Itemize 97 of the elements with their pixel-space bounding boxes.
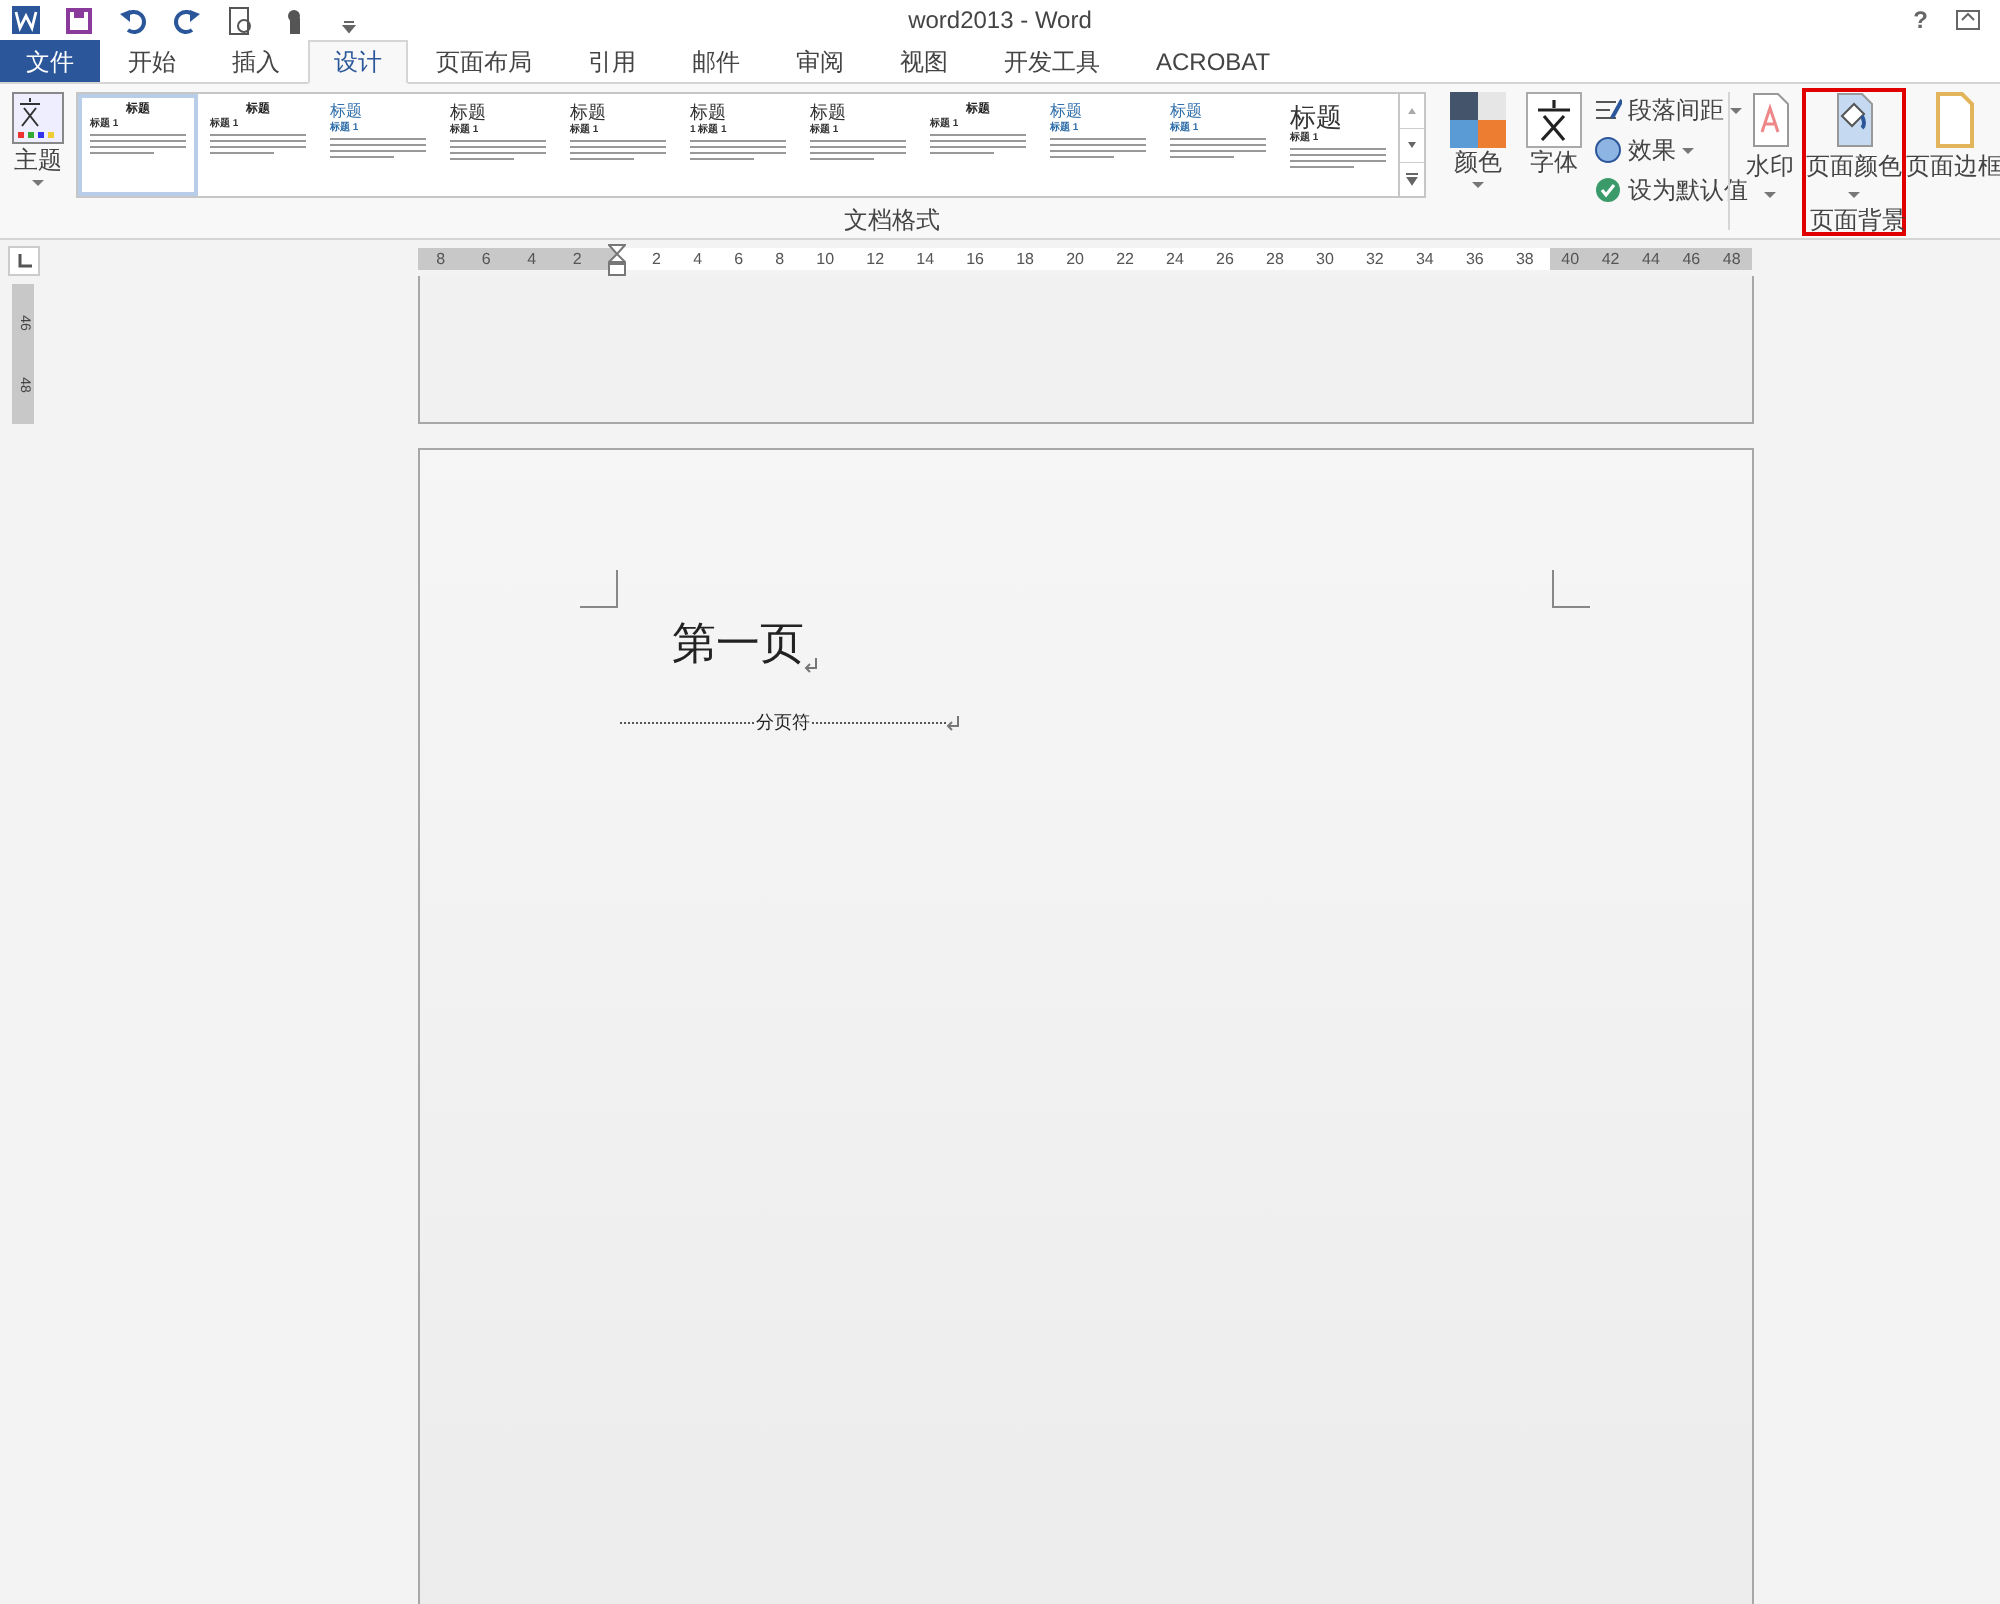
button-label: 颜色 bbox=[1454, 148, 1502, 176]
ruler-number: 44 bbox=[1642, 251, 1660, 267]
heading-text: 第一页 bbox=[672, 618, 804, 674]
text-lines-drawing bbox=[1050, 138, 1146, 158]
undo-icon[interactable] bbox=[118, 5, 148, 35]
corner-mark-icon bbox=[580, 570, 618, 608]
thumbnail-title: 标题 bbox=[570, 104, 608, 122]
ruler-number: 30 bbox=[1316, 251, 1334, 267]
text-lines-drawing bbox=[810, 140, 906, 160]
ruler-number: 28 bbox=[1266, 251, 1284, 267]
text-lines-drawing bbox=[1170, 138, 1266, 158]
text-lines-drawing bbox=[90, 134, 186, 154]
ribbon-tab[interactable]: 邮件 bbox=[664, 40, 768, 82]
ribbon-tab[interactable]: 开始 bbox=[100, 40, 204, 82]
text-lines-drawing bbox=[330, 138, 426, 158]
print-preview-icon[interactable] bbox=[226, 5, 256, 35]
ruler-number: 10 bbox=[816, 251, 835, 267]
page-border-icon bbox=[1932, 92, 1976, 148]
ribbon-tab[interactable]: 页面布局 bbox=[408, 40, 560, 82]
caret-icon bbox=[31, 174, 45, 190]
text-lines-drawing bbox=[930, 134, 1026, 154]
ribbon-tab[interactable]: ACROBAT bbox=[1128, 40, 1299, 82]
ribbon-tab[interactable]: 开发工具 bbox=[976, 40, 1128, 82]
indent-marker-icon[interactable] bbox=[608, 244, 626, 276]
thumbnail-title: 标题 bbox=[450, 104, 488, 122]
ruler-number: 2 bbox=[652, 251, 661, 267]
ribbon-tab[interactable]: 视图 bbox=[872, 40, 976, 82]
ruler-number: 8 bbox=[775, 251, 785, 267]
ruler-number: 38 bbox=[1515, 251, 1534, 267]
ribbon-button[interactable]: 效果 bbox=[1594, 132, 1748, 168]
ribbon-tab[interactable]: 设计 bbox=[308, 40, 408, 84]
color-palette-icon bbox=[1450, 92, 1506, 148]
ruler-number: 48 bbox=[1722, 251, 1741, 267]
thumbnail-title: 标题 bbox=[1170, 104, 1204, 120]
ruler-number: 16 bbox=[966, 251, 985, 267]
font-icon bbox=[1526, 92, 1582, 148]
ruler-number: 42 bbox=[1601, 251, 1620, 267]
tab-selector-button[interactable] bbox=[8, 246, 40, 276]
word-logo-icon bbox=[12, 6, 40, 34]
theme-button[interactable]: 主题 bbox=[12, 92, 64, 190]
tab-stop-icon bbox=[17, 254, 31, 268]
ruler-number: 34 bbox=[1415, 251, 1434, 267]
ruler-number: 14 bbox=[916, 251, 935, 267]
text-lines-drawing bbox=[570, 140, 666, 160]
caret-icon bbox=[1471, 176, 1485, 192]
ruler-number: 40 bbox=[1561, 251, 1580, 267]
page-break-label: 分页符 bbox=[754, 714, 812, 732]
ruler-number: 12 bbox=[866, 251, 885, 267]
redo-icon[interactable] bbox=[172, 5, 202, 35]
caret-icon bbox=[1682, 145, 1696, 155]
ribbon-button[interactable]: 段落间距 bbox=[1594, 92, 1748, 128]
circle-icon bbox=[1594, 136, 1622, 164]
ruler-number: 4 bbox=[693, 251, 703, 267]
paragraph-mark-icon bbox=[804, 658, 818, 674]
theme-icon bbox=[12, 92, 64, 144]
colors-button[interactable]: 颜色 bbox=[1450, 92, 1506, 192]
thumbnail-title: 标题 bbox=[330, 104, 364, 120]
text-lines-drawing bbox=[450, 140, 546, 160]
group-label: 文档格式 bbox=[844, 206, 940, 234]
paragraph-mark-icon bbox=[946, 715, 960, 731]
ruler-number: 8 bbox=[436, 251, 446, 267]
ruler-number: 22 bbox=[1116, 251, 1134, 267]
ruler-number: 36 bbox=[1465, 251, 1484, 267]
thumbnail-title: 标题 bbox=[690, 104, 728, 122]
paragraph-spacing-icon bbox=[1594, 96, 1622, 124]
caret-icon bbox=[1730, 105, 1744, 115]
ruler-number: 18 bbox=[1016, 251, 1034, 267]
ruler-number: 32 bbox=[1365, 251, 1384, 267]
ribbon-tab[interactable]: 审阅 bbox=[768, 40, 872, 82]
help-button[interactable]: ? bbox=[1913, 2, 1928, 38]
ribbon-tab[interactable]: 插入 bbox=[204, 40, 308, 82]
thumbnail-title: 标题 bbox=[1050, 104, 1084, 120]
button-label: 字体 bbox=[1530, 148, 1578, 176]
corner-mark-icon bbox=[1552, 570, 1590, 608]
text-lines-drawing bbox=[690, 140, 786, 160]
thumbnail-title: 标题 bbox=[810, 104, 848, 122]
ruler-number: 4 bbox=[527, 251, 537, 267]
fonts-button[interactable]: 字体 bbox=[1526, 92, 1582, 176]
check-icon bbox=[1594, 176, 1622, 204]
thumbnail-title: 标题 bbox=[1290, 104, 1344, 130]
text-lines-drawing bbox=[210, 134, 306, 154]
ruler-number: 2 bbox=[572, 251, 582, 267]
paint-bucket-page-icon bbox=[1832, 92, 1876, 148]
ruler-number: 24 bbox=[1166, 251, 1184, 267]
ruler-number: 26 bbox=[1216, 251, 1234, 267]
save-icon[interactable] bbox=[64, 5, 94, 35]
button-label: 主题 bbox=[14, 146, 62, 174]
watermark-icon bbox=[1748, 92, 1792, 148]
ribbon-display-icon[interactable] bbox=[1956, 10, 1980, 30]
ruler-number: 46 bbox=[1682, 251, 1701, 267]
window-title: word2013 - Word bbox=[908, 6, 1092, 34]
ribbon-tab[interactable]: 引用 bbox=[560, 40, 664, 82]
ribbon-tab[interactable]: 文件 bbox=[0, 40, 100, 82]
ruler-number: 20 bbox=[1066, 251, 1084, 267]
ruler-number: 6 bbox=[481, 251, 491, 267]
ruler-number: 6 bbox=[734, 251, 744, 267]
text-lines-drawing bbox=[1290, 148, 1386, 168]
